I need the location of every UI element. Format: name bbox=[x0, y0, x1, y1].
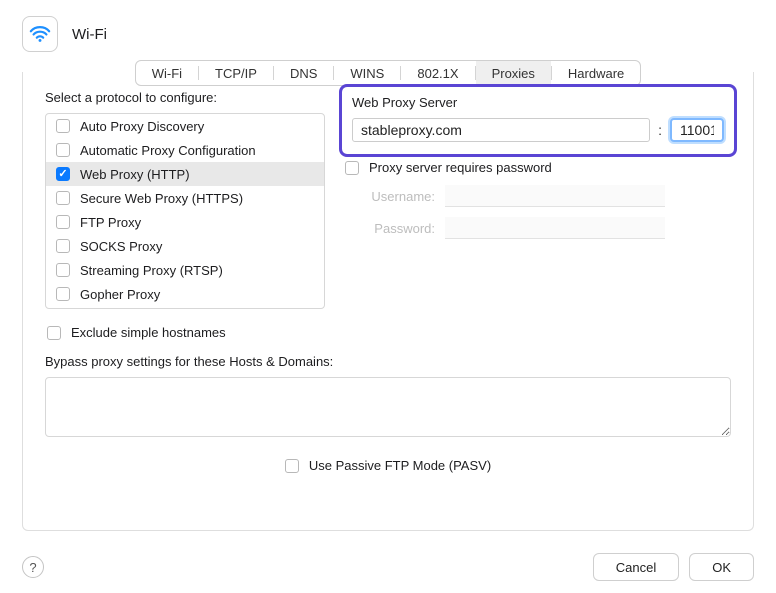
server-host-input[interactable] bbox=[352, 118, 650, 142]
password-label: Password: bbox=[345, 221, 435, 236]
username-input[interactable] bbox=[445, 185, 665, 207]
checkbox-icon[interactable] bbox=[56, 287, 70, 301]
protocol-label: Web Proxy (HTTP) bbox=[80, 167, 190, 182]
protocol-gopher-proxy[interactable]: Gopher Proxy bbox=[46, 282, 324, 306]
checkbox-icon[interactable] bbox=[56, 143, 70, 157]
checkbox-icon[interactable] bbox=[56, 239, 70, 253]
protocol-label: SOCKS Proxy bbox=[80, 239, 162, 254]
protocol-web-proxy-http[interactable]: Web Proxy (HTTP) bbox=[46, 162, 324, 186]
pasv-label: Use Passive FTP Mode (PASV) bbox=[309, 458, 491, 473]
protocol-label: Automatic Proxy Configuration bbox=[80, 143, 256, 158]
host-port-separator: : bbox=[658, 122, 662, 138]
protocol-auto-config[interactable]: Automatic Proxy Configuration bbox=[46, 138, 324, 162]
requires-password-checkbox[interactable] bbox=[345, 161, 359, 175]
checkbox-icon[interactable] bbox=[56, 215, 70, 229]
protocol-label: FTP Proxy bbox=[80, 215, 141, 230]
bypass-textarea[interactable] bbox=[45, 377, 731, 437]
server-label: Web Proxy Server bbox=[352, 95, 724, 110]
protocol-label: Secure Web Proxy (HTTPS) bbox=[80, 191, 243, 206]
protocol-auto-discovery[interactable]: Auto Proxy Discovery bbox=[46, 114, 324, 138]
wifi-icon bbox=[22, 16, 58, 52]
checkbox-icon[interactable] bbox=[56, 263, 70, 277]
exclude-hostnames-checkbox[interactable] bbox=[47, 326, 61, 340]
bypass-label: Bypass proxy settings for these Hosts & … bbox=[45, 354, 731, 369]
protocol-secure-web-proxy-https[interactable]: Secure Web Proxy (HTTPS) bbox=[46, 186, 324, 210]
requires-password-label: Proxy server requires password bbox=[369, 160, 552, 175]
page-title: Wi-Fi bbox=[72, 26, 107, 43]
server-highlight: Web Proxy Server : bbox=[339, 84, 737, 157]
pasv-checkbox[interactable] bbox=[285, 459, 299, 473]
protocols-label: Select a protocol to configure: bbox=[45, 90, 325, 105]
exclude-hostnames-label: Exclude simple hostnames bbox=[71, 325, 226, 340]
ok-button[interactable]: OK bbox=[689, 553, 754, 581]
help-button[interactable]: ? bbox=[22, 556, 44, 578]
password-input[interactable] bbox=[445, 217, 665, 239]
protocol-label: Auto Proxy Discovery bbox=[80, 119, 204, 134]
protocol-ftp-proxy[interactable]: FTP Proxy bbox=[46, 210, 324, 234]
protocol-label: Gopher Proxy bbox=[80, 287, 160, 302]
checkbox-icon[interactable] bbox=[56, 119, 70, 133]
username-label: Username: bbox=[345, 189, 435, 204]
cancel-button[interactable]: Cancel bbox=[593, 553, 679, 581]
protocol-label: Streaming Proxy (RTSP) bbox=[80, 263, 223, 278]
protocol-socks-proxy[interactable]: SOCKS Proxy bbox=[46, 234, 324, 258]
protocols-list: Auto Proxy Discovery Automatic Proxy Con… bbox=[45, 113, 325, 309]
checkbox-icon[interactable] bbox=[56, 191, 70, 205]
protocol-streaming-proxy-rtsp[interactable]: Streaming Proxy (RTSP) bbox=[46, 258, 324, 282]
server-port-input[interactable] bbox=[670, 118, 724, 142]
checkbox-icon[interactable] bbox=[56, 167, 70, 181]
